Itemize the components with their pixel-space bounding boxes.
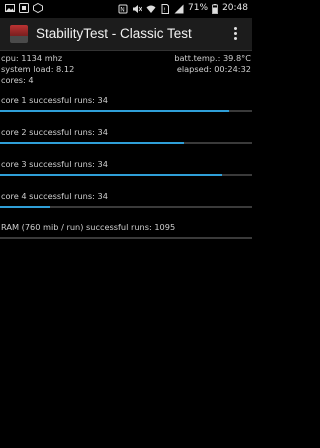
svg-text:!: !	[163, 7, 165, 13]
core-count: cores: 4	[1, 75, 34, 85]
app-logo-icon	[10, 25, 28, 43]
progress-fill	[0, 142, 184, 144]
core-label: core 3 successful runs: 34	[1, 159, 108, 169]
progress-fill	[0, 206, 51, 208]
info-row-1: cpu: 1134 mhz batt.temp.: 39.8°C	[0, 53, 252, 64]
elapsed-time: elapsed: 00:24:32	[176, 64, 251, 74]
battery-temperature: batt.temp.: 39.8°C	[174, 53, 251, 63]
core-label: core 2 successful runs: 34	[1, 127, 108, 137]
status-bar-notifications	[5, 2, 43, 14]
battery-percent: 71%	[188, 3, 209, 13]
nfc-icon: N	[118, 4, 128, 14]
mute-icon	[132, 4, 143, 14]
system-load: system load: 8.12	[1, 64, 75, 74]
page-title: StabilityTest - Classic Test	[36, 26, 192, 41]
info-row-3: cores: 4	[0, 75, 252, 86]
ram-status: RAM (760 mib / run) successful runs: 109…	[1, 222, 176, 232]
app-bar: StabilityTest - Classic Test	[0, 18, 252, 51]
notification-icon	[19, 3, 29, 13]
progress-fill	[0, 174, 222, 176]
info-row-2: system load: 8.12 elapsed: 00:24:32	[0, 64, 252, 75]
status-bar: N ! 71% 20:48	[0, 0, 252, 18]
progress-track	[0, 206, 252, 208]
clock: 20:48	[222, 3, 248, 13]
progress-fill	[0, 110, 230, 112]
device-info: cpu: 1134 mhz batt.temp.: 39.8°C system …	[0, 53, 252, 86]
signal-icon	[174, 4, 184, 14]
cpu-frequency: cpu: 1134 mhz	[1, 53, 63, 63]
battery-icon	[212, 3, 218, 14]
core-label: core 1 successful runs: 34	[1, 95, 108, 105]
svg-text:N: N	[120, 6, 125, 13]
wifi-icon	[146, 4, 156, 14]
progress-track	[0, 174, 252, 176]
progress-track	[0, 142, 252, 144]
status-bar-system: N ! 71% 20:48	[118, 3, 248, 14]
overflow-menu-icon[interactable]	[234, 27, 238, 41]
ram-divider	[0, 237, 252, 239]
progress-track	[0, 110, 252, 112]
core-label: core 4 successful runs: 34	[1, 191, 108, 201]
image-icon	[5, 3, 15, 13]
sim-icon: !	[160, 3, 170, 14]
hexagon-icon	[33, 2, 43, 14]
